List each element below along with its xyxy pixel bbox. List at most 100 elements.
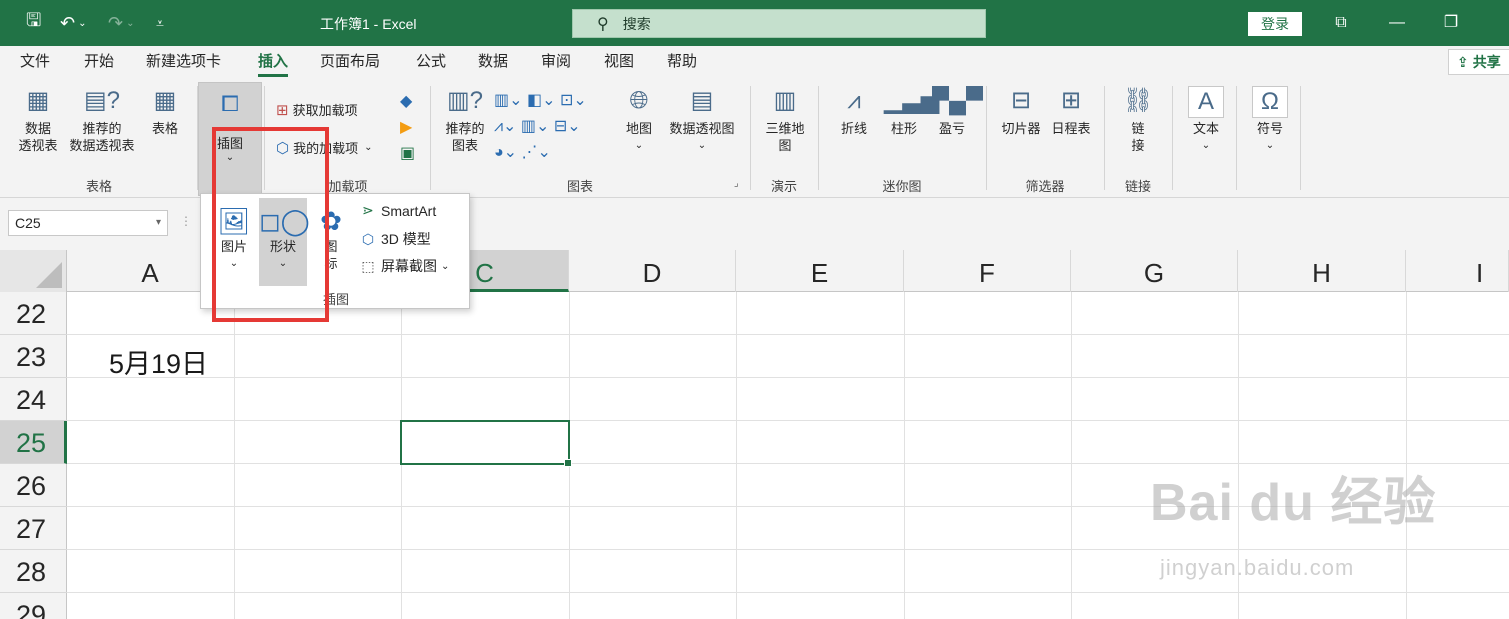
share-icon: ⇪ <box>1457 53 1469 70</box>
document-title: 工作簿1 - Excel <box>320 16 417 32</box>
3d-map-icon: ▥ <box>773 87 797 114</box>
column-header-i[interactable]: I <box>1406 250 1509 292</box>
tab-formulas[interactable]: 公式 <box>416 46 446 80</box>
row-header-27[interactable]: 27 <box>0 507 67 550</box>
login-button[interactable]: 登录 <box>1248 12 1302 36</box>
sparkline-winloss-button[interactable]: ▀▄▀ 盈亏 <box>932 86 984 137</box>
redo-icon[interactable]: ↷ ⌄ <box>108 0 134 46</box>
cell-a23[interactable]: 5月19日 <box>109 342 208 381</box>
select-all-button[interactable] <box>0 250 67 292</box>
sparkline-winloss-icon: ▀▄▀ <box>932 87 984 114</box>
screenshot-button[interactable]: ⬚ 屏幕截图 ⌄ <box>359 256 449 276</box>
tab-review[interactable]: 审阅 <box>541 46 571 80</box>
pivot-table-button[interactable]: ▦ 数据 透视表 <box>14 86 62 154</box>
row-header-26[interactable]: 26 <box>0 464 67 507</box>
slicer-button[interactable]: ⊟ 切片器 <box>998 86 1044 137</box>
map-chart-button[interactable]: 🌐︎ 地图 ⌄ <box>618 86 660 154</box>
text-box-icon: A <box>1188 86 1224 118</box>
row-header-24[interactable]: 24 <box>0 378 67 421</box>
text-button[interactable]: A 文本 ⌄ <box>1184 86 1228 154</box>
table-button[interactable]: ▦ 表格 <box>143 86 187 137</box>
chevron-down-icon: ⌄ <box>1265 140 1275 151</box>
globe-icon: 🌐︎ <box>629 87 649 114</box>
3d-models-button[interactable]: ⬡ 3D 模型 <box>359 229 431 249</box>
separator <box>1236 86 1237 190</box>
pie-chart-icon[interactable]: ◕⌄ ⋰⌄ <box>494 140 587 166</box>
restore-icon[interactable]: ❐ <box>1428 10 1474 36</box>
search-icon: ⚲ <box>597 15 609 33</box>
gridline <box>234 292 235 619</box>
minimize-icon[interactable]: — <box>1374 10 1420 36</box>
row-header-28[interactable]: 28 <box>0 550 67 593</box>
line-chart-icon[interactable]: ⩘⌄ ▥⌄ ⊟⌄ <box>494 114 587 140</box>
tab-insert[interactable]: 插入 <box>258 46 289 80</box>
dialog-launcher-icon[interactable]: ⌟ <box>734 178 739 189</box>
share-button[interactable]: ⇪ 共享 <box>1448 49 1509 75</box>
omega-icon: Ω <box>1252 86 1288 118</box>
highlight-annotation <box>212 127 329 322</box>
get-addins-button[interactable]: ⊞ 获取加载项 <box>276 100 358 119</box>
separator <box>818 86 819 190</box>
gridline <box>1406 292 1407 619</box>
recommended-charts-button[interactable]: ▥? 推荐的 图表 <box>440 86 490 154</box>
column-header-g[interactable]: G <box>1071 250 1238 292</box>
active-cell-c25[interactable] <box>400 420 572 467</box>
row-header-22[interactable]: 22 <box>0 292 67 335</box>
tab-data[interactable]: 数据 <box>478 46 508 80</box>
link-icon: ⛓ <box>1122 87 1154 114</box>
search-box[interactable]: ⚲ 搜索 <box>572 9 986 38</box>
gridline <box>904 292 905 619</box>
column-header-h[interactable]: H <box>1238 250 1406 292</box>
pivot-chart-button[interactable]: ▤ 数据透视图 ⌄ <box>664 86 740 154</box>
gridline <box>1071 292 1072 619</box>
row-header-25[interactable]: 25 <box>0 421 67 464</box>
group-label-filters: 筛选器 <box>1025 179 1065 194</box>
people-graph-icon[interactable]: ▣ <box>400 142 415 166</box>
name-box[interactable]: C25 ▾ <box>8 210 168 236</box>
link-button[interactable]: ⛓ 链 接 <box>1118 86 1158 154</box>
3d-map-button[interactable]: ▥ 三维地 图 <box>758 86 812 154</box>
smartart-button[interactable]: ⋗ SmartArt <box>359 202 436 219</box>
gridline <box>67 420 1509 421</box>
symbols-button[interactable]: Ω 符号 ⌄ <box>1248 86 1292 154</box>
illustrations-icon: ⧠ <box>221 91 239 116</box>
chevron-down-icon[interactable]: ▾ <box>156 211 161 235</box>
column-header-d[interactable]: D <box>569 250 736 292</box>
bing-icon[interactable]: ▶ <box>400 116 412 140</box>
row-header-29[interactable]: 29 <box>0 593 67 619</box>
tab-view[interactable]: 视图 <box>604 46 634 80</box>
chevron-down-icon: ⌄ <box>441 260 450 272</box>
tab-home[interactable]: 开始 <box>84 46 114 80</box>
tab-file[interactable]: 文件 <box>20 46 50 80</box>
recommended-pivot-button[interactable]: ▤? 推荐的 数据透视表 <box>64 86 140 154</box>
gridline <box>67 549 1509 550</box>
column-header-f[interactable]: F <box>904 250 1071 292</box>
sparkline-column-button[interactable]: ▁▃▅ 柱形 <box>884 86 940 137</box>
sparkline-column-icon: ▁▃▅ <box>884 87 940 114</box>
tab-help[interactable]: 帮助 <box>667 46 697 80</box>
visio-icon[interactable]: ◆ <box>400 90 412 114</box>
ribbon-display-options-icon[interactable]: ⧉ <box>1318 10 1364 36</box>
addins-store-icon: ⊞ <box>276 101 289 119</box>
separator <box>750 86 751 190</box>
recommended-charts-icon: ▥? <box>446 87 484 114</box>
tab-page-layout[interactable]: 页面布局 <box>320 46 380 80</box>
formula-bar-grip-icon: ⋮ <box>180 214 192 228</box>
column-chart-icon[interactable]: ▥⌄ ◧⌄ ⊡⌄ <box>494 88 587 114</box>
tab-new[interactable]: 新建选项卡 <box>146 46 221 80</box>
smartart-icon: ⋗ <box>362 202 374 218</box>
undo-icon[interactable]: ↶ ⌄ <box>60 0 86 46</box>
group-label-sparklines: 迷你图 <box>882 179 922 194</box>
column-header-e[interactable]: E <box>736 250 904 292</box>
save-icon[interactable]: 🖫 <box>26 0 41 46</box>
search-placeholder: 搜索 <box>622 15 651 32</box>
timeline-button[interactable]: ⊞ 日程表 <box>1048 86 1094 137</box>
chart-type-icons[interactable]: ▥⌄ ◧⌄ ⊡⌄ ⩘⌄ ▥⌄ ⊟⌄ ◕⌄ ⋰⌄ <box>494 88 587 166</box>
customize-qat-icon[interactable]: ⩡ <box>156 0 164 46</box>
pivot-table-icon: ▦ <box>26 87 50 114</box>
row-header-23[interactable]: 23 <box>0 335 67 378</box>
gridline <box>67 334 1509 335</box>
row-headers: 22 23 24 25 26 27 28 29 <box>0 292 67 619</box>
sparkline-line-button[interactable]: ⩘ 折线 <box>834 86 874 137</box>
baidu-watermark: Bai du 经验 jingyan.baidu.com <box>1150 474 1437 580</box>
